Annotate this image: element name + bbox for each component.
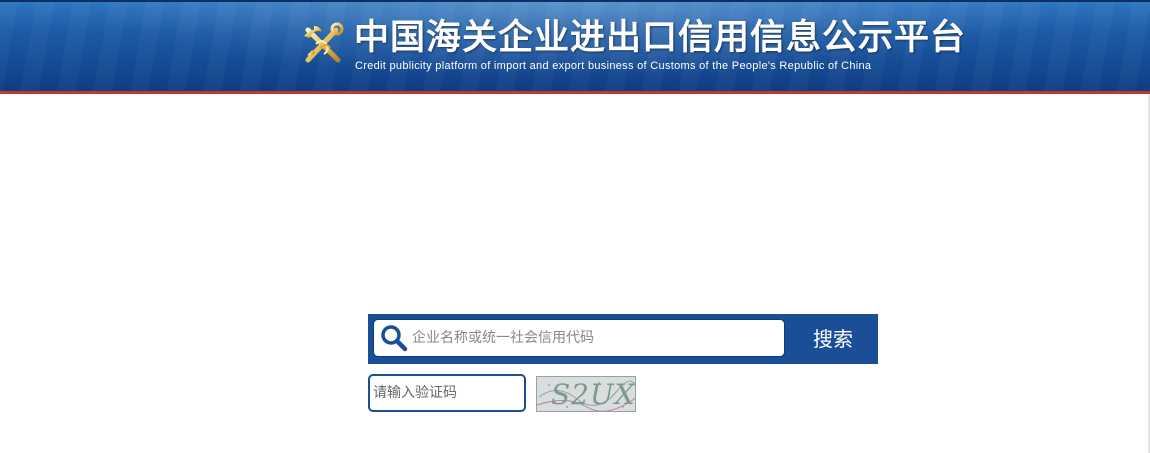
search-input-wrapper (373, 319, 786, 357)
header-banner: 中国海关企业进出口信用信息公示平台 Credit publicity platf… (0, 0, 1150, 94)
header-top-rule (0, 0, 1150, 2)
captcha-input[interactable] (368, 374, 526, 412)
captcha-image-text: S2UX (551, 378, 636, 411)
search-icon (381, 325, 408, 352)
site-title-cn: 中国海关企业进出口信用信息公示平台 (354, 18, 967, 58)
search-bar: 搜索 (368, 314, 878, 364)
search-button[interactable]: 搜索 (788, 314, 878, 364)
captcha-image[interactable]: S2UX (536, 376, 636, 412)
customs-emblem-icon (304, 22, 344, 63)
search-input[interactable] (408, 322, 786, 354)
site-title-en: Credit publicity platform of import and … (355, 60, 872, 72)
